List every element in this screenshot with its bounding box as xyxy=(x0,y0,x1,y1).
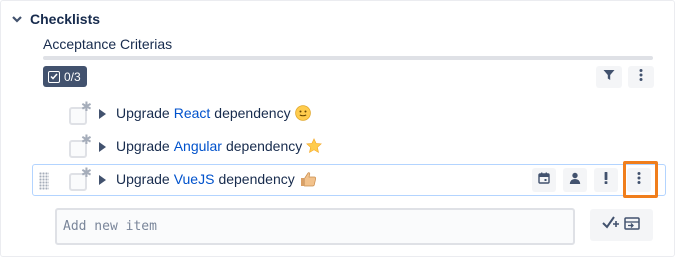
triangle-right-icon[interactable] xyxy=(99,142,106,152)
asterisk-icon: ✱ xyxy=(81,99,92,114)
checklist-item[interactable]: ✱ Upgrade Angular dependency xyxy=(32,131,666,163)
filter-icon xyxy=(603,68,615,86)
item-link[interactable]: VueJS xyxy=(174,171,215,187)
add-item-input[interactable] xyxy=(55,208,575,245)
checklist-item-focused[interactable]: ✱ Upgrade VueJS dependency xyxy=(32,164,666,196)
completion-counter-badge[interactable]: 0/3 xyxy=(43,66,87,87)
checklist-more-button[interactable] xyxy=(628,66,654,88)
item-text-suffix: dependency xyxy=(214,105,291,121)
checklist-name[interactable]: Acceptance Criterias xyxy=(43,36,172,52)
asterisk-icon: ✱ xyxy=(81,132,92,147)
filter-button[interactable] xyxy=(596,66,622,88)
more-vertical-icon xyxy=(637,171,641,189)
exclamation-icon xyxy=(604,171,608,189)
add-item-button[interactable] xyxy=(590,209,653,241)
due-date-button[interactable] xyxy=(532,168,556,192)
item-text-prefix: Upgrade xyxy=(116,138,170,154)
item-text-prefix: Upgrade xyxy=(116,105,170,121)
chevron-down-icon[interactable] xyxy=(10,12,24,26)
item-text[interactable]: Upgrade VueJS dependency xyxy=(116,171,316,187)
assignee-button[interactable] xyxy=(563,168,587,192)
checklist-item[interactable]: ✱ Upgrade React dependency xyxy=(32,98,666,130)
section-header[interactable]: Checklists xyxy=(10,9,100,29)
calendar-icon xyxy=(538,171,550,189)
item-text[interactable]: Upgrade Angular dependency xyxy=(116,138,323,154)
thumbs-up-icon xyxy=(299,171,316,187)
item-text[interactable]: Upgrade React dependency xyxy=(116,105,311,121)
drag-handle-icon[interactable] xyxy=(39,172,49,190)
item-text-suffix: dependency xyxy=(218,171,295,187)
add-item-icon xyxy=(601,214,642,237)
section-title: Checklists xyxy=(30,11,101,27)
item-text-suffix: dependency xyxy=(225,138,303,154)
triangle-right-icon[interactable] xyxy=(99,109,106,119)
progress-bar xyxy=(43,56,653,60)
person-icon xyxy=(569,171,581,189)
slightly-smiling-face-icon xyxy=(294,105,311,121)
star-icon xyxy=(306,138,323,154)
triangle-right-icon[interactable] xyxy=(99,175,106,185)
item-more-button[interactable] xyxy=(627,168,651,192)
completion-counter: 0/3 xyxy=(64,69,81,84)
asterisk-icon: ✱ xyxy=(81,165,92,180)
more-vertical-icon xyxy=(639,68,643,86)
checkbox-icon xyxy=(48,70,60,83)
item-link[interactable]: React xyxy=(174,105,211,121)
priority-button[interactable] xyxy=(594,168,618,192)
item-text-prefix: Upgrade xyxy=(116,171,170,187)
item-link[interactable]: Angular xyxy=(174,138,222,154)
